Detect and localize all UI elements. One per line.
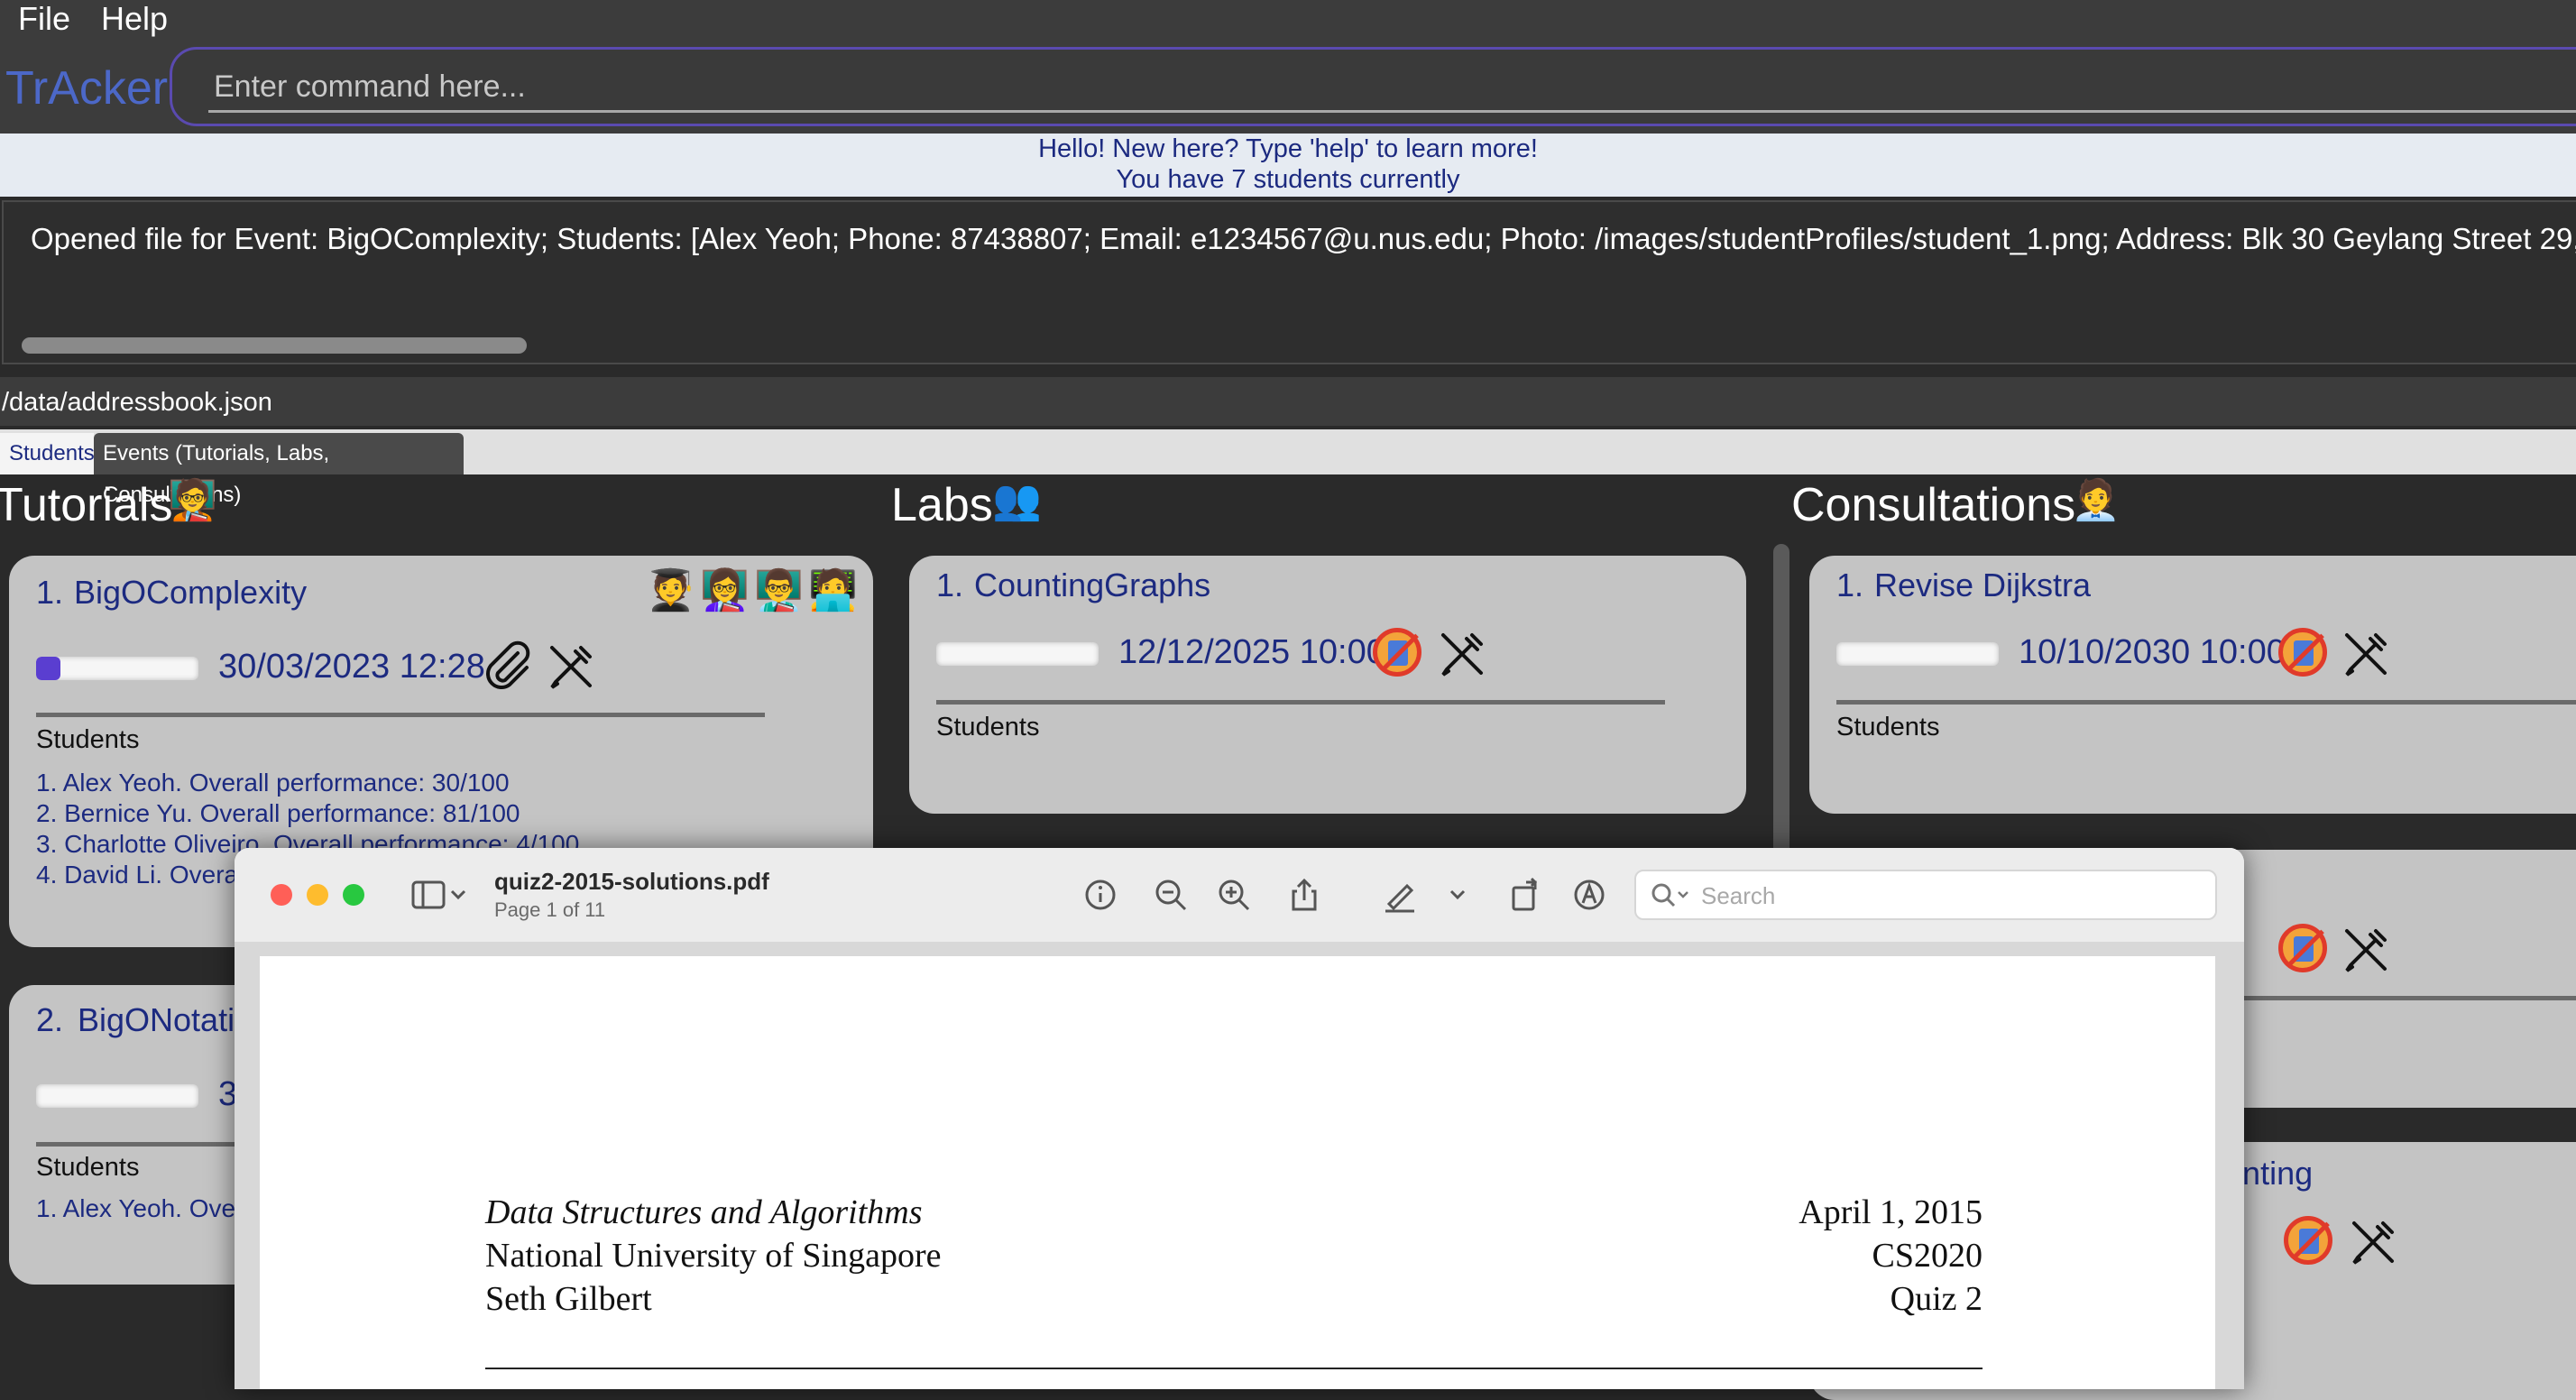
- edit-pencil-icon[interactable]: [2340, 628, 2392, 680]
- doc-university: National University of Singapore: [485, 1237, 942, 1275]
- status-bar: /data/addressbook.json: [0, 377, 2576, 426]
- attachment-icon[interactable]: [482, 640, 534, 693]
- tutorials-title: Tutorials: [0, 479, 173, 531]
- sidebar-toggle-icon[interactable]: [409, 875, 449, 915]
- chevron-down-icon[interactable]: [1447, 875, 1468, 915]
- card-divider: [936, 700, 1665, 705]
- edit-pencil-icon[interactable]: [2340, 924, 2392, 976]
- command-row: TrAcker: [0, 38, 2576, 134]
- tab-events[interactable]: Events (Tutorials, Labs, Consultations): [94, 433, 464, 507]
- minimize-window-button[interactable]: [307, 884, 328, 906]
- pdf-page: Data Structures and Algorithms National …: [260, 956, 2215, 1389]
- welcome-banner: Hello! New here? Type 'help' to learn mo…: [0, 134, 2576, 197]
- pdf-toolbar: quiz2-2015-solutions.pdf Page 1 of 11: [235, 848, 2244, 944]
- lab-1-index: 1.: [936, 566, 964, 603]
- tutorial-2-index: 2.: [36, 1001, 64, 1038]
- doc-author: Seth Gilbert: [485, 1280, 652, 1318]
- doc-date: April 1, 2015: [1799, 1193, 1983, 1231]
- pdf-search-box[interactable]: [1634, 870, 2217, 920]
- consultation-1-name: Revise Dijkstra: [1874, 566, 2092, 603]
- tutorial-1-name: BigOComplexity: [74, 574, 308, 611]
- doc-course-code: CS2020: [1872, 1237, 1983, 1275]
- lab-1-date: 12/12/2025 10:00: [1118, 633, 1385, 671]
- zoom-out-icon[interactable]: [1151, 875, 1191, 915]
- tutorial-1-index: 1.: [36, 574, 64, 611]
- lab-1-students-label: Students: [936, 713, 1040, 741]
- no-file-icon[interactable]: [2278, 628, 2327, 677]
- app-brand: TrAcker: [5, 62, 169, 115]
- pdf-viewer-window[interactable]: quiz2-2015-solutions.pdf Page 1 of 11 Se…: [235, 848, 2244, 1389]
- consultation-1-students-label: Students: [1836, 713, 1940, 741]
- consultation-1-progress: [1836, 642, 1999, 666]
- card-divider: [1836, 700, 2576, 705]
- doc-course-title: Data Structures and Algorithms: [485, 1193, 923, 1231]
- no-file-icon[interactable]: [2278, 924, 2327, 972]
- result-horizontal-scrollbar[interactable]: [22, 337, 527, 354]
- consultation-card-1[interactable]: 1. Revise Dijkstra 10/10/2030 10:00 Stud…: [1809, 556, 2576, 814]
- tutorial-1-date: 30/03/2023 12:28: [218, 648, 485, 686]
- tutorial-1-progress: [36, 657, 198, 680]
- student-line: 2. Bernice Yu. Overall performance: 81/1…: [36, 799, 520, 827]
- result-text: Opened file for Event: BigOComplexity; S…: [31, 222, 2576, 255]
- markup-pen-icon[interactable]: [1380, 875, 1420, 915]
- zoom-window-button[interactable]: [343, 884, 364, 906]
- labs-title: Labs: [891, 479, 993, 531]
- welcome-line-1: Hello! New here? Type 'help' to learn mo…: [1038, 134, 1538, 163]
- command-underline: [208, 110, 2576, 113]
- doc-divider: [485, 1368, 1983, 1369]
- consultation-1-date: 10/10/2030 10:00: [2019, 633, 2286, 671]
- edit-pencil-icon[interactable]: [2347, 1216, 2399, 1268]
- tab-bar: Students Events (Tutorials, Labs, Consul…: [0, 429, 2576, 507]
- close-window-button[interactable]: [271, 884, 292, 906]
- no-file-icon[interactable]: [2284, 1216, 2332, 1265]
- student-avatar-3[interactable]: 👨‍🏫: [754, 566, 804, 615]
- pdf-page-info: Page 1 of 11: [494, 898, 606, 921]
- student-avatar-2[interactable]: 👩‍🏫: [700, 566, 750, 615]
- no-file-icon[interactable]: [1373, 628, 1421, 677]
- group-icon: 👥: [992, 478, 1042, 522]
- edit-pencil-icon[interactable]: [1436, 628, 1488, 680]
- tutorial-1-progress-fill: [36, 657, 60, 680]
- card-divider: [36, 713, 765, 717]
- menu-bar: File Help: [0, 0, 2576, 38]
- student-avatar-4[interactable]: 🧑‍💻: [808, 566, 858, 615]
- lab-1-name: CountingGraphs: [974, 566, 1211, 603]
- edit-pencil-icon[interactable]: [545, 640, 597, 693]
- lab-card-1[interactable]: 1. CountingGraphs 12/12/2025 10:00 Stude…: [909, 556, 1746, 814]
- doc-quiz-title: Quiz 2: [1890, 1280, 1983, 1318]
- result-display: Opened file for Event: BigOComplexity; S…: [2, 200, 2576, 364]
- command-input[interactable]: [212, 59, 2561, 115]
- lab-1-progress: [936, 642, 1099, 666]
- info-icon[interactable]: [1081, 875, 1120, 915]
- file-path: /data/addressbook.json: [2, 388, 272, 417]
- pdf-document-area[interactable]: Data Structures and Algorithms National …: [235, 942, 2244, 1389]
- rotate-icon[interactable]: [1506, 875, 1546, 915]
- consultation-1-index: 1.: [1836, 566, 1864, 603]
- command-box: [170, 47, 2576, 126]
- zoom-in-icon[interactable]: [1214, 875, 1254, 915]
- chevron-down-icon[interactable]: [447, 875, 469, 915]
- pdf-search-input[interactable]: [1699, 879, 2190, 913]
- pdf-filename: quiz2-2015-solutions.pdf: [494, 868, 769, 895]
- student-avatar-1[interactable]: 🧑‍🎓: [646, 566, 695, 615]
- tutorial-2-progress: [36, 1084, 198, 1108]
- menu-file[interactable]: File: [18, 0, 70, 38]
- teacher-icon: 🧑‍🏫: [168, 478, 217, 522]
- student-line: 1. Alex Yeoh. Overall performance: 30/10…: [36, 769, 510, 797]
- consultations-title: Consultations: [1791, 479, 2076, 531]
- tutorial-1-students-label: Students: [36, 725, 140, 754]
- consultant-icon: 🧑‍💼: [2071, 478, 2121, 522]
- tab-students[interactable]: Students: [0, 433, 95, 474]
- share-icon[interactable]: [1284, 875, 1324, 915]
- menu-help[interactable]: Help: [101, 0, 168, 38]
- annotate-icon[interactable]: [1569, 875, 1609, 915]
- search-icon: [1651, 883, 1688, 907]
- welcome-line-2: You have 7 students currently: [1116, 165, 1460, 194]
- tutorial-2-students-label: Students: [36, 1153, 140, 1182]
